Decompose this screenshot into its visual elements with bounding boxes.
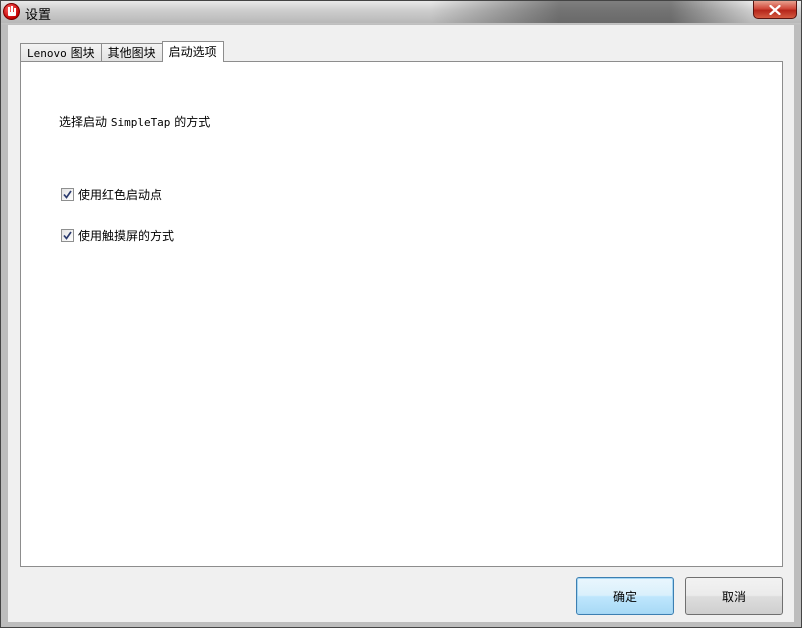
touchscreen-label: 使用触摸屏的方式 bbox=[78, 229, 175, 243]
close-button[interactable] bbox=[753, 1, 797, 19]
tab-lenovo-tiles[interactable]: Lenovo 图块 bbox=[20, 43, 102, 62]
red-launch-point-checkbox[interactable] bbox=[61, 188, 74, 201]
startup-prompt: 选择启动 SimpleTap 的方式 bbox=[59, 113, 210, 130]
title-bar[interactable]: 设置 bbox=[1, 1, 801, 23]
cancel-button[interactable]: 取消 bbox=[685, 577, 783, 615]
tab-other-tiles[interactable]: 其他图块 bbox=[100, 43, 163, 62]
settings-window: 设置 Lenovo 图块 其他图块 启动选项 选择启动 SimpleTap 的方… bbox=[0, 0, 802, 628]
tab-lenovo-tiles-brand: Lenovo bbox=[27, 47, 67, 60]
startup-options-panel: 选择启动 SimpleTap 的方式 使用红色启动点 使用触摸屏的方式 bbox=[20, 61, 783, 567]
red-launch-point-label: 使用红色启动点 bbox=[78, 188, 163, 202]
tab-strip: Lenovo 图块 其他图块 启动选项 bbox=[20, 41, 224, 62]
app-icon[interactable] bbox=[3, 3, 20, 20]
tab-startup-options-label: 启动选项 bbox=[168, 45, 217, 59]
startup-prompt-prefix: 选择启动 bbox=[59, 115, 111, 129]
close-icon bbox=[769, 4, 781, 15]
touchscreen-checkbox[interactable] bbox=[61, 229, 74, 242]
startup-prompt-suffix: 的方式 bbox=[170, 115, 211, 129]
ok-button[interactable]: 确定 bbox=[576, 577, 674, 615]
red-launch-point-option[interactable]: 使用红色启动点 bbox=[61, 186, 162, 203]
touchscreen-option[interactable]: 使用触摸屏的方式 bbox=[61, 227, 174, 244]
dialog-client-area: Lenovo 图块 其他图块 启动选项 选择启动 SimpleTap 的方式 使… bbox=[8, 25, 794, 622]
tab-lenovo-tiles-label: 图块 bbox=[66, 46, 95, 60]
tab-startup-options[interactable]: 启动选项 bbox=[161, 41, 224, 62]
window-title: 设置 bbox=[25, 8, 52, 23]
tab-other-tiles-label: 其他图块 bbox=[107, 46, 156, 60]
startup-prompt-app: SimpleTap bbox=[110, 116, 171, 129]
checkmark-icon bbox=[63, 231, 72, 240]
hand-icon bbox=[8, 6, 16, 16]
checkmark-icon bbox=[63, 190, 72, 199]
